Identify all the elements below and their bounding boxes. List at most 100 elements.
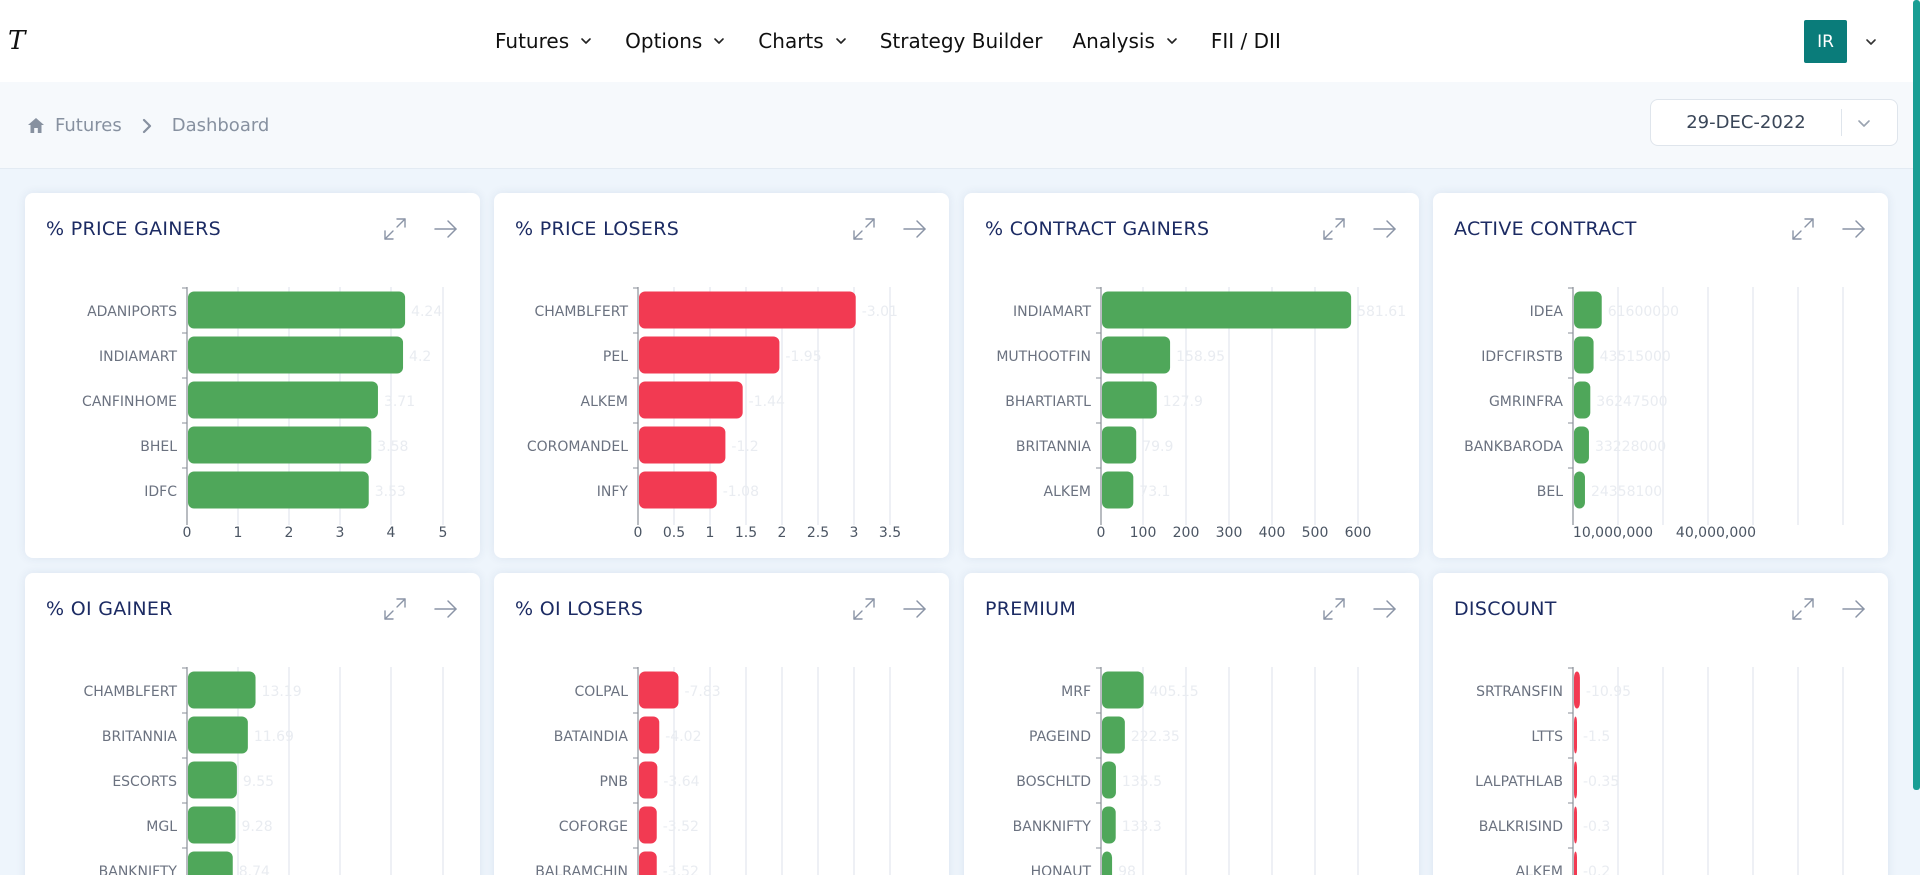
- value-label: 8.74: [239, 864, 270, 875]
- bar-chart: SRTRANSFIN -10.95 LTTS -1.5 LALPATHLAB -0.35 B…: [1475, 667, 1844, 875]
- value-label: 127.9: [1163, 394, 1203, 410]
- breadcrumb: Futures Dashboard: [27, 115, 269, 136]
- bar-lalpathlab[interactable]: [1574, 761, 1577, 799]
- date-select[interactable]: 29-DEC-2022: [1650, 99, 1898, 146]
- bar-ltts[interactable]: [1574, 716, 1577, 754]
- bar-chamblfert[interactable]: [639, 291, 856, 329]
- bar-bel[interactable]: [1574, 471, 1585, 509]
- bar-pageind[interactable]: [1102, 716, 1125, 754]
- category-label: COROMANDEL: [527, 439, 628, 455]
- x-tick-label: 0: [183, 525, 192, 541]
- bar-alkem[interactable]: [1102, 471, 1134, 509]
- bar-coromandel[interactable]: [639, 426, 726, 464]
- bar-pel[interactable]: [639, 336, 780, 374]
- nav-item-label: Strategy Builder: [879, 29, 1043, 53]
- x-tick-label: 1: [234, 525, 243, 541]
- bar-idfc[interactable]: [188, 471, 369, 509]
- value-label: -1.5: [1583, 729, 1610, 745]
- bar-chamblfert[interactable]: [188, 671, 256, 709]
- category-label: BOSCHLTD: [1016, 774, 1091, 790]
- breadcrumb-futures[interactable]: Futures: [55, 115, 122, 136]
- card-contract-gainers: % CONTRACT GAINERS INDIAMART 581.61 MUTHOOT…: [964, 193, 1419, 558]
- category-label: ADANIPORTS: [87, 304, 177, 320]
- bar-bankbaroda[interactable]: [1574, 426, 1589, 464]
- bar-britannia[interactable]: [188, 716, 248, 754]
- bar-bataindia[interactable]: [639, 716, 660, 754]
- value-label: -0.35: [1583, 774, 1619, 790]
- value-label: -0.3: [1583, 819, 1610, 835]
- bar-balramchin[interactable]: [639, 851, 657, 875]
- value-label: 135.5: [1122, 774, 1162, 790]
- bar-infy[interactable]: [639, 471, 717, 509]
- x-tick-label: 2: [778, 525, 787, 541]
- bar-bhartiartl[interactable]: [1102, 381, 1157, 419]
- category-label: BANKNIFTY: [99, 864, 178, 875]
- value-label: 9.28: [242, 819, 273, 835]
- bar-britannia[interactable]: [1102, 426, 1137, 464]
- category-label: BALKRISIND: [1479, 819, 1563, 835]
- home-icon[interactable]: [27, 117, 45, 134]
- nav-item-label: Analysis: [1072, 29, 1155, 53]
- category-label: SRTRANSFIN: [1476, 684, 1563, 700]
- bar-bhel[interactable]: [188, 426, 372, 464]
- bar-alkem[interactable]: [639, 381, 743, 419]
- category-label: INFY: [597, 484, 629, 500]
- app-logo[interactable]: T: [8, 26, 25, 56]
- x-tick-label: 100: [1130, 525, 1157, 541]
- category-label: ALKEM: [581, 394, 628, 410]
- card-premium: PREMIUM MRF 405.15 PAGEIND 222.35 BOSCHLTD 135…: [964, 573, 1419, 875]
- bar-escorts[interactable]: [188, 761, 237, 799]
- nav-item-charts[interactable]: Charts: [758, 29, 849, 53]
- bar-alkem[interactable]: [1574, 851, 1577, 875]
- date-select-value: 29-DEC-2022: [1686, 112, 1806, 133]
- bar-boschltd[interactable]: [1102, 761, 1116, 799]
- x-tick-label: 40,000,000: [1676, 525, 1756, 541]
- bar-chart: CHAMBLFERT 13.19 BRITANNIA 11.69 ESCORTS 9.55…: [83, 667, 444, 875]
- user-avatar[interactable]: IR: [1804, 20, 1847, 63]
- chevron-down-icon[interactable]: [1854, 113, 1874, 133]
- value-label: 43515000: [1600, 349, 1671, 365]
- x-tick-label: 3: [850, 525, 859, 541]
- bar-indiamart[interactable]: [188, 336, 404, 374]
- value-label: -1.2: [731, 439, 758, 455]
- value-label: 73.1: [1139, 484, 1170, 500]
- bar-chart: COLPAL -7.83 BATAINDIA -4.02 PNB -3.64 COFORGE…: [535, 667, 891, 875]
- value-label: 3.53: [375, 484, 406, 500]
- nav-item-options[interactable]: Options: [625, 29, 728, 53]
- card-active-contract: ACTIVE CONTRACT IDEA 61600000 IDFCFIRSTB 435…: [1433, 193, 1888, 558]
- bar-adaniports[interactable]: [188, 291, 406, 329]
- page-scrollbar[interactable]: [1913, 0, 1920, 790]
- x-tick-label: 1: [706, 525, 715, 541]
- bar-banknifty[interactable]: [1102, 806, 1116, 844]
- bar-pnb[interactable]: [639, 761, 658, 799]
- bar-honaut[interactable]: [1102, 851, 1113, 875]
- nav-item-strategy-builder[interactable]: Strategy Builder: [880, 29, 1043, 53]
- breadcrumb-dashboard: Dashboard: [171, 115, 270, 136]
- bar-srtransfin[interactable]: [1574, 671, 1580, 709]
- bar-mrf[interactable]: [1102, 671, 1144, 709]
- bar-canfinhome[interactable]: [188, 381, 378, 419]
- chevron-down-icon: [1167, 38, 1177, 44]
- value-label: 4.2: [409, 349, 431, 365]
- bar-gmrinfra[interactable]: [1574, 381, 1591, 419]
- bar-balkrisind[interactable]: [1574, 806, 1577, 844]
- bar-muthootfin[interactable]: [1102, 336, 1171, 374]
- nav-item-fii-dii[interactable]: FII / DII: [1211, 29, 1281, 53]
- category-label: BHARTIARTL: [1005, 394, 1091, 410]
- bar-coforge[interactable]: [639, 806, 657, 844]
- nav-item-analysis[interactable]: Analysis: [1072, 29, 1180, 53]
- bar-colpal[interactable]: [639, 671, 679, 709]
- value-label: -3.01: [862, 304, 898, 320]
- bar-banknifty[interactable]: [188, 851, 233, 875]
- value-label: 3.58: [377, 439, 408, 455]
- category-label: CHAMBLFERT: [83, 684, 177, 700]
- bar-idea[interactable]: [1574, 291, 1602, 329]
- value-label: -1.95: [785, 349, 821, 365]
- user-menu-chevron-down-icon[interactable]: [1862, 33, 1880, 51]
- value-label: -0.2: [1583, 864, 1610, 875]
- x-tick-label: 0: [634, 525, 643, 541]
- bar-indiamart[interactable]: [1102, 291, 1352, 329]
- bar-idfcfirstb[interactable]: [1574, 336, 1594, 374]
- nav-item-futures[interactable]: Futures: [495, 29, 595, 53]
- bar-mgl[interactable]: [188, 806, 236, 844]
